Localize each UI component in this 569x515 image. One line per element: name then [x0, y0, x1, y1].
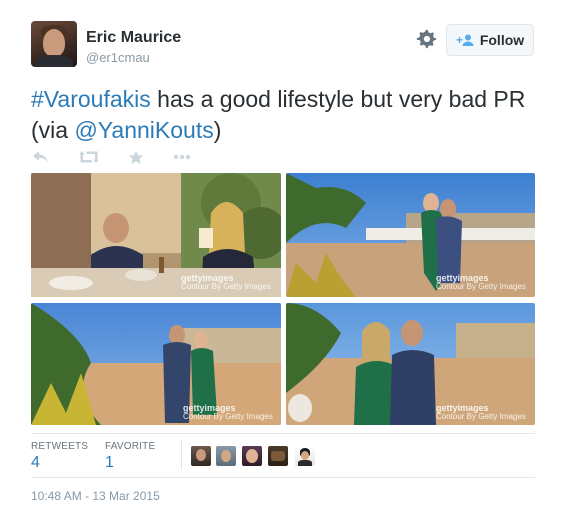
- stats-vertical-divider: [181, 440, 182, 470]
- add-user-icon: +: [456, 34, 474, 46]
- hashtag-link[interactable]: #Varoufakis: [31, 86, 151, 112]
- favorites-count[interactable]: 1: [105, 454, 114, 472]
- follow-label: Follow: [479, 32, 525, 48]
- follow-button[interactable]: + Follow: [446, 24, 534, 56]
- avatar-face: [43, 29, 65, 57]
- more-icon[interactable]: [173, 154, 191, 160]
- author-avatar[interactable]: [31, 21, 77, 67]
- watermark-credit: Contour By Getty Images: [181, 282, 271, 291]
- reply-icon[interactable]: [33, 150, 49, 164]
- avatar-shirt: [35, 55, 73, 67]
- favoriter-avatar-3[interactable]: [242, 446, 262, 466]
- favoriter-avatar-4[interactable]: [268, 446, 288, 466]
- author-name[interactable]: Eric Maurice: [86, 29, 181, 47]
- retweet-icon[interactable]: [79, 150, 99, 164]
- stats-top-divider: [31, 433, 535, 434]
- tweet-photo-4[interactable]: gettyimages Contour By Getty Images: [286, 303, 535, 425]
- favoriter-avatar-2[interactable]: [216, 446, 236, 466]
- tweet-timestamp[interactable]: 10:48 AM - 13 Mar 2015: [31, 489, 160, 503]
- favorites-label: FAVORITE: [105, 441, 156, 452]
- mention-link[interactable]: @YanniKouts: [74, 117, 213, 143]
- tweet-close: ): [213, 117, 222, 143]
- tweet-photo-2[interactable]: gettyimages Contour By Getty Images: [286, 173, 535, 297]
- gear-icon[interactable]: [415, 28, 437, 50]
- retweets-count[interactable]: 4: [31, 454, 40, 472]
- tweet-photo-3[interactable]: gettyimages Contour By Getty Images: [31, 303, 281, 425]
- watermark-credit: Contour By Getty Images: [436, 412, 526, 421]
- tweet-text: #Varoufakis has a good lifestyle but ver…: [31, 84, 531, 146]
- tweet-photo-1[interactable]: gettyimages Contour By Getty Images: [31, 173, 281, 297]
- favoriter-avatar-1[interactable]: [191, 446, 211, 466]
- watermark-credit: Contour By Getty Images: [183, 412, 273, 421]
- watermark-credit: Contour By Getty Images: [436, 282, 526, 291]
- retweets-label: RETWEETS: [31, 441, 89, 452]
- favoriter-avatar-5[interactable]: [295, 446, 315, 466]
- stats-bottom-divider: [31, 477, 535, 478]
- author-handle[interactable]: @er1cmau: [86, 50, 150, 65]
- favorite-icon[interactable]: [128, 150, 144, 165]
- svg-text:+: +: [456, 34, 463, 46]
